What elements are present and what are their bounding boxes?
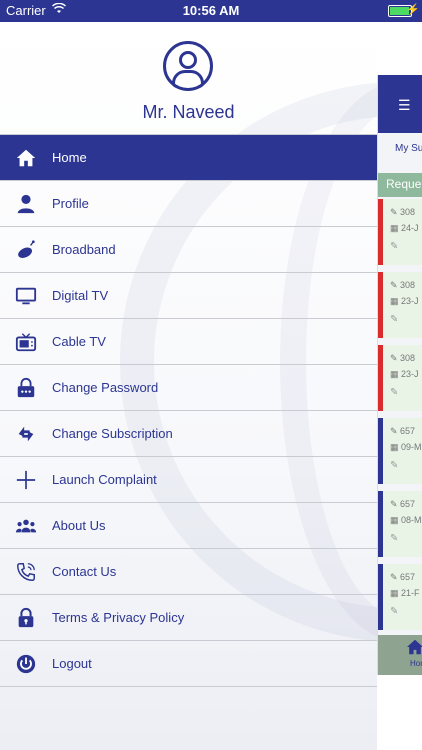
request-id: ✎ 657 (390, 572, 416, 582)
swap-arrows-icon (0, 411, 52, 456)
note-icon: ✎ (390, 241, 399, 252)
tv-icon (0, 319, 52, 364)
request-card[interactable]: ✎ 657 ▦ 08-M ✎ (378, 491, 422, 557)
request-card[interactable]: ✎ 657 ▦ 09-M ✎ (378, 418, 422, 484)
request-id: ✎ 657 (390, 426, 416, 436)
menu-item-cable-tv[interactable]: Cable TV (0, 319, 377, 365)
subscription-label: My Su (395, 143, 422, 154)
note-icon: ✎ (390, 606, 399, 617)
home-tab-label: Hon (410, 659, 422, 668)
menu-item-contact-us[interactable]: Contact Us (0, 549, 377, 595)
request-date: ▦ 23-J (390, 369, 419, 379)
padlock-icon (0, 595, 52, 640)
request-card[interactable]: ✎ 308 ▦ 23-J ✎ (378, 345, 422, 411)
broadband-icon (0, 227, 52, 272)
monitor-icon (0, 273, 52, 318)
request-id: ✎ 308 (390, 280, 416, 290)
phone-icon (0, 549, 52, 594)
menu-item-logout[interactable]: Logout (0, 641, 377, 687)
home-icon (0, 135, 52, 180)
group-icon (0, 503, 52, 548)
request-id: ✎ 308 (390, 353, 416, 363)
menu-label: Contact Us (52, 564, 117, 579)
menu-label: Change Subscription (52, 426, 173, 441)
note-icon: ✎ (390, 387, 399, 398)
profile-header: Mr. Naveed (0, 22, 377, 134)
charging-icon: ⚡ (406, 4, 420, 16)
menu-item-digital-tv[interactable]: Digital TV (0, 273, 377, 319)
menu-item-terms[interactable]: Terms & Privacy Policy (0, 595, 377, 641)
requests-header: Reque (378, 173, 422, 197)
subscription-bar: My Su (378, 133, 422, 173)
note-icon: ✎ (390, 533, 399, 544)
menu-label: Terms & Privacy Policy (52, 610, 185, 625)
status-time: 10:56 AM (182, 3, 240, 18)
main-screen-peek[interactable]: ☰ My Su Reque ✎ 308 ▦ 24-J ✎ ✎ 308 ▦ 23-… (377, 75, 422, 675)
request-card[interactable]: ✎ 308 ▦ 23-J ✎ (378, 272, 422, 338)
request-date: ▦ 21-F (390, 588, 420, 598)
drawer-menu: Home Profile Broadband Digital TV Cable … (0, 134, 377, 687)
power-icon (0, 641, 52, 686)
request-date: ▦ 09-M (390, 442, 422, 452)
request-card[interactable]: ✎ 308 ▦ 24-J ✎ (378, 199, 422, 265)
request-id: ✎ 657 (390, 499, 416, 509)
plus-icon (0, 457, 52, 502)
note-icon: ✎ (390, 314, 399, 325)
request-date: ▦ 23-J (390, 296, 419, 306)
menu-label: Launch Complaint (52, 472, 157, 487)
menu-item-launch-complaint[interactable]: Launch Complaint (0, 457, 377, 503)
menu-label: Profile (52, 196, 89, 211)
menu-label: Home (52, 150, 87, 165)
menu-item-profile[interactable]: Profile (0, 181, 377, 227)
requests-label: Reque (386, 177, 422, 191)
menu-item-broadband[interactable]: Broadband (0, 227, 377, 273)
user-name: Mr. Naveed (142, 102, 235, 122)
menu-item-home[interactable]: Home (0, 134, 377, 181)
menu-label: Change Password (52, 380, 159, 395)
menu-item-about-us[interactable]: About Us (0, 503, 377, 549)
home-tab-icon (406, 639, 422, 660)
menu-label: Broadband (52, 242, 116, 257)
side-drawer: Mr. Naveed Home Profile Broadband Digita… (0, 22, 377, 750)
hamburger-icon[interactable]: ☰ (398, 97, 411, 114)
user-icon (0, 181, 52, 226)
menu-item-change-subscription[interactable]: Change Subscription (0, 411, 377, 457)
request-date: ▦ 08-M (390, 515, 422, 525)
request-date: ▦ 24-J (390, 223, 419, 233)
lock-dots-icon (0, 365, 52, 410)
request-id: ✎ 308 (390, 207, 416, 217)
menu-label: About Us (52, 518, 106, 533)
menu-label: Digital TV (52, 288, 109, 303)
menu-label: Cable TV (52, 334, 106, 349)
request-card[interactable]: ✎ 657 ▦ 21-F ✎ (378, 564, 422, 630)
main-navbar: ☰ (378, 75, 422, 133)
avatar-icon[interactable] (163, 41, 213, 91)
status-bar: Carrier 10:56 AM ⚡ (0, 0, 422, 22)
menu-label: Logout (52, 656, 92, 671)
note-icon: ✎ (390, 460, 399, 471)
menu-item-change-password[interactable]: Change Password (0, 365, 377, 411)
bottom-tab-home[interactable]: Hon (378, 635, 422, 675)
